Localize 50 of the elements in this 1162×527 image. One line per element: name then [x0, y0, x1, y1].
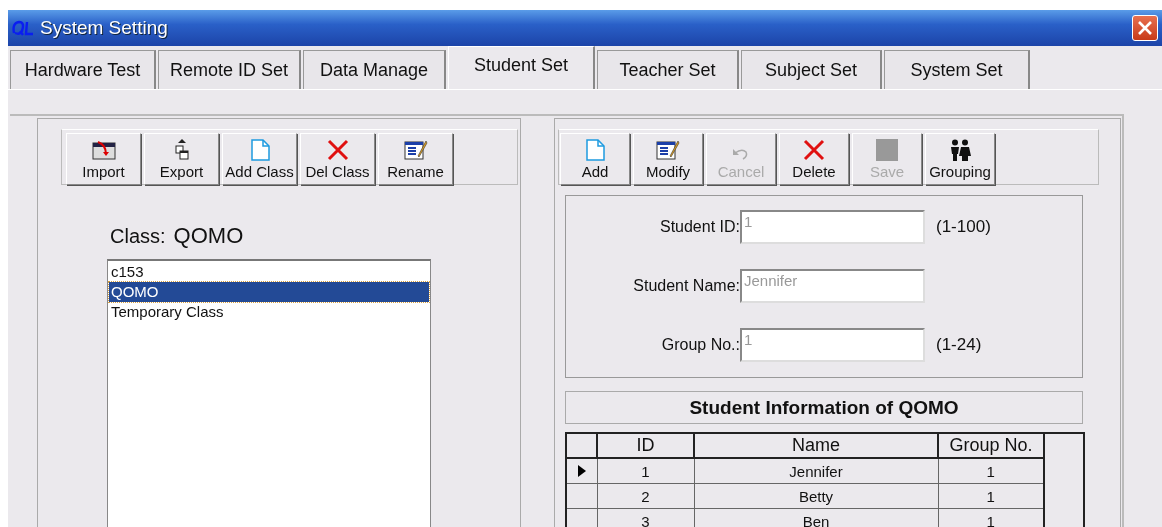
table-cell: 1: [597, 458, 694, 484]
tab[interactable]: Subject Set: [741, 50, 882, 89]
app-logo-icon: [12, 20, 34, 36]
tab[interactable]: System Set: [884, 50, 1030, 89]
add-button[interactable]: Add: [560, 133, 630, 185]
window-title: System Setting: [40, 17, 169, 39]
table-cell: 2: [597, 483, 694, 509]
delete-icon: [326, 139, 349, 161]
undo-icon: [732, 147, 750, 161]
tab[interactable]: Teacher Set: [597, 50, 739, 89]
grouping-button[interactable]: Grouping: [925, 133, 995, 185]
close-icon: [1138, 21, 1152, 35]
class-list-item[interactable]: Temporary Class: [109, 302, 429, 322]
import-icon: [91, 141, 116, 161]
column-header: ID: [597, 433, 694, 458]
square-icon: [876, 139, 898, 161]
edit-button[interactable]: Rename: [378, 133, 453, 185]
range-hint: (1-100): [936, 217, 991, 237]
tab[interactable]: Remote ID Set: [158, 50, 301, 89]
class-list-item[interactable]: c153: [109, 262, 429, 282]
range-hint: (1-24): [936, 335, 982, 355]
current-row-icon: [577, 464, 586, 477]
delete-icon: [803, 139, 825, 161]
class-list-item[interactable]: QOMO: [109, 282, 429, 302]
class-name: QOMO: [173, 223, 244, 249]
export-button[interactable]: Export: [144, 133, 219, 185]
edit-icon: [403, 139, 428, 161]
close-button[interactable]: [1132, 15, 1158, 41]
field-label: Group No.:: [660, 336, 740, 354]
table-cell: Betty: [694, 483, 938, 509]
delete-button[interactable]: Del Class: [300, 133, 375, 185]
column-header: Name: [694, 433, 938, 458]
column-header: Group No.: [938, 433, 1044, 458]
field-label: Student Name:: [632, 277, 740, 295]
people-icon: [948, 139, 972, 161]
table-cell: Jennifer: [694, 458, 938, 484]
tab[interactable]: Hardware Test: [10, 50, 156, 89]
export-icon: [173, 139, 190, 161]
document-icon: [585, 139, 605, 161]
edit-button[interactable]: Modify: [633, 133, 703, 185]
edit-icon: [656, 139, 680, 161]
import-button[interactable]: Import: [66, 133, 141, 185]
delete-button[interactable]: Delete: [779, 133, 849, 185]
field-label: Student ID:: [658, 218, 740, 236]
tab[interactable]: Student Set: [448, 46, 595, 89]
document-icon: [249, 139, 270, 161]
add-button[interactable]: Add Class: [222, 133, 297, 185]
tab[interactable]: Data Manage: [303, 50, 446, 89]
class-label: Class:: [110, 225, 166, 248]
table-title: Student Information of QOMO: [565, 391, 1083, 424]
